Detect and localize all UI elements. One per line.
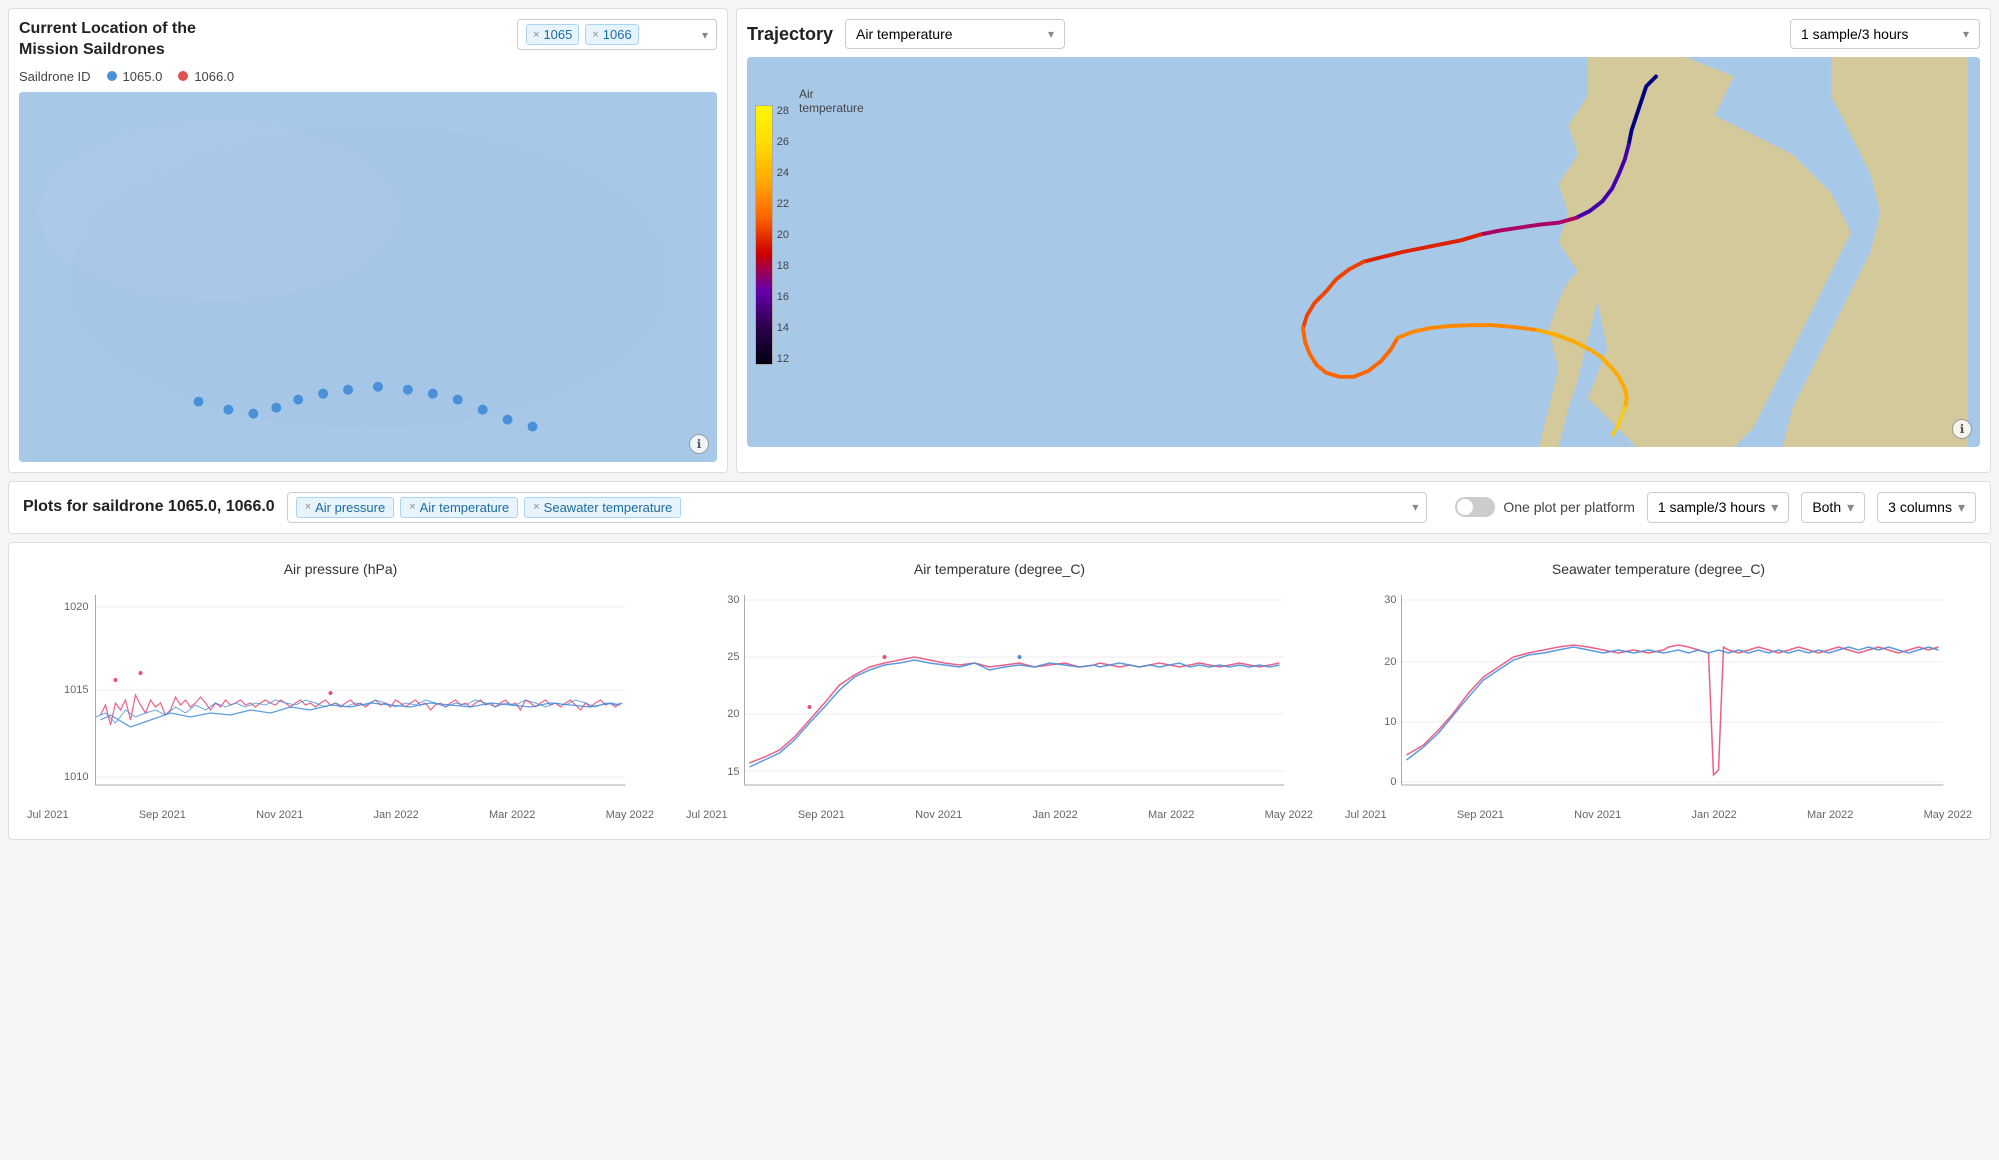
svg-text:1010: 1010 [64, 771, 88, 783]
colorbar-title: Air temperature [799, 87, 864, 115]
colorbar-label-24: 24 [777, 167, 789, 179]
left-map-info-button[interactable]: ℹ [689, 434, 709, 454]
saildrone-selector[interactable]: × 1065 × 1066 ▾ [517, 19, 717, 50]
chart-3-area: 30 20 10 0 [1345, 585, 1972, 805]
svg-text:0: 0 [1390, 776, 1396, 788]
colorbar-label-18: 18 [777, 260, 789, 272]
selector-dropdown-arrow[interactable]: ▾ [702, 28, 708, 42]
both-dropdown[interactable]: Both ▾ [1801, 492, 1865, 523]
left-map-title: Current Location of theMission Saildrone… [19, 19, 196, 61]
var-tag-airpressure[interactable]: × Air pressure [296, 497, 395, 518]
columns-dropdown[interactable]: 3 columns ▾ [1877, 492, 1976, 523]
svg-text:1020: 1020 [64, 601, 88, 613]
colorbar-label-14: 14 [777, 322, 789, 334]
tag-1066[interactable]: × 1066 [585, 24, 638, 45]
svg-text:20: 20 [727, 708, 739, 720]
tag-1065[interactable]: × 1065 [526, 24, 579, 45]
var-tag-seawatertemp[interactable]: × Seawater temperature [524, 497, 681, 518]
var-tag-airtemp[interactable]: × Air temperature [400, 497, 518, 518]
trajectory-title: Trajectory [747, 24, 833, 45]
var-tag-seawatertemp-remove[interactable]: × [533, 501, 539, 513]
chart-3-title: Seawater temperature (degree_C) [1552, 561, 1765, 577]
toggle-container: One plot per platform [1455, 497, 1635, 517]
svg-text:25: 25 [727, 651, 739, 663]
left-map-panel: Current Location of theMission Saildrone… [8, 8, 728, 473]
chart-2-title: Air temperature (degree_C) [914, 561, 1085, 577]
var-tag-airpressure-remove[interactable]: × [305, 501, 311, 513]
trajectory-variable-arrow: ▾ [1048, 27, 1054, 41]
svg-text:10: 10 [1384, 716, 1396, 728]
colorbar-label-12: 12 [777, 353, 789, 365]
trajectory-variable-dropdown[interactable]: Air temperature ▾ [845, 19, 1065, 49]
chart-2-area: 30 25 20 15 [686, 585, 1313, 805]
controls-row: Plots for saildrone 1065.0, 1066.0 × Air… [8, 481, 1991, 534]
legend-item-1065: 1065.0 [107, 69, 163, 84]
colorbar-label-28: 28 [777, 105, 789, 117]
colorbar: Air temperature 28 26 24 22 20 18 16 [759, 87, 789, 387]
chart-air-pressure: Air pressure (hPa) 1020 1015 1010 [17, 551, 664, 831]
colorbar-label-20: 20 [777, 229, 789, 241]
both-arrow: ▾ [1847, 499, 1854, 516]
chart-seawater-temperature: Seawater temperature (degree_C) 30 20 10… [1335, 551, 1982, 831]
svg-text:1015: 1015 [64, 684, 88, 696]
plots-title: Plots for saildrone 1065.0, 1066.0 [23, 498, 275, 516]
svg-text:15: 15 [727, 766, 739, 778]
trajectory-sample-arrow: ▾ [1963, 27, 1969, 41]
chart-1-title: Air pressure (hPa) [284, 561, 398, 577]
one-plot-toggle[interactable] [1455, 497, 1495, 517]
right-trajectory-panel: Trajectory Air temperature ▾ 1 sample/3 … [736, 8, 1991, 473]
tag-1065-remove[interactable]: × [533, 29, 539, 41]
tag-1066-remove[interactable]: × [592, 29, 598, 41]
chart-1-area: 1020 1015 1010 [27, 585, 654, 805]
variables-selector[interactable]: × Air pressure × Air temperature × Seawa… [287, 492, 1428, 523]
trajectory-map-info-button[interactable]: ℹ [1952, 419, 1972, 439]
sample-rate-arrow: ▾ [1771, 499, 1778, 516]
toggle-knob [1457, 499, 1473, 515]
colorbar-label-26: 26 [777, 136, 789, 148]
trajectory-map[interactable]: Air temperature 28 26 24 22 20 18 16 [747, 57, 1980, 447]
charts-row: Air pressure (hPa) 1020 1015 1010 [8, 542, 1991, 840]
legend-dot-1066 [178, 71, 188, 81]
chart-air-temperature: Air temperature (degree_C) 30 25 20 15 [676, 551, 1323, 831]
colorbar-label-16: 16 [777, 291, 789, 303]
toggle-label: One plot per platform [1503, 499, 1635, 515]
colorbar-gradient [755, 105, 773, 365]
chart-3-x-labels: Jul 2021 Sep 2021 Nov 2021 Jan 2022 Mar … [1345, 809, 1972, 821]
trajectory-sample-dropdown[interactable]: 1 sample/3 hours ▾ [1790, 19, 1980, 49]
svg-text:30: 30 [1384, 594, 1396, 606]
columns-arrow: ▾ [1958, 499, 1965, 516]
legend-item-1066: 1066.0 [178, 69, 234, 84]
legend-dot-1065 [107, 71, 117, 81]
chart-1-x-labels: Jul 2021 Sep 2021 Nov 2021 Jan 2022 Mar … [27, 809, 654, 821]
variables-selector-arrow[interactable]: ▾ [1412, 500, 1418, 514]
left-map[interactable]: ℹ [19, 92, 717, 462]
chart-2-x-labels: Jul 2021 Sep 2021 Nov 2021 Jan 2022 Mar … [686, 809, 1313, 821]
colorbar-label-22: 22 [777, 198, 789, 210]
var-tag-airtemp-remove[interactable]: × [409, 501, 415, 513]
saildrone-legend: Saildrone ID 1065.0 1066.0 [19, 69, 717, 84]
svg-text:20: 20 [1384, 656, 1396, 668]
svg-text:30: 30 [727, 594, 739, 606]
sample-rate-dropdown[interactable]: 1 sample/3 hours ▾ [1647, 492, 1789, 523]
